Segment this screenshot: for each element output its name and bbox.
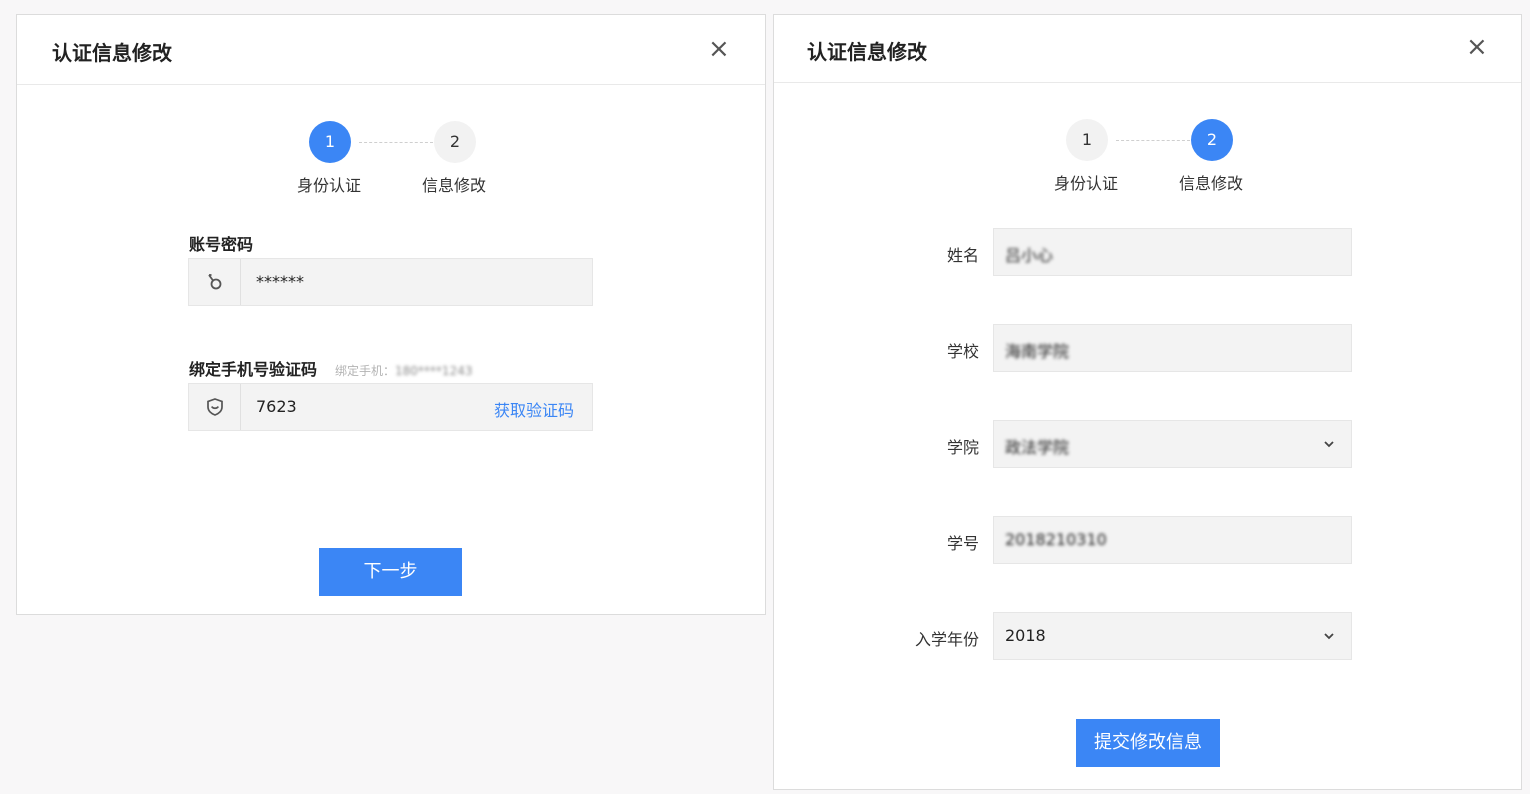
school-field[interactable]: 海南学院 (993, 324, 1352, 372)
password-label: 账号密码 (189, 235, 254, 254)
school-label: 学校 (946, 342, 979, 361)
college-select[interactable]: 政法学院 (993, 420, 1352, 468)
verification-code-input[interactable]: 7623 获取验证码 (188, 383, 593, 431)
enrollment-year-value: 2018 (1005, 626, 1046, 645)
bound-phone-prefix: 绑定手机： (335, 364, 396, 378)
school-value: 海南学院 (1005, 342, 1070, 361)
auth-dialog-step2: 认证信息修改 × 1 2 身份认证 信息修改 姓名 吕小心 学校 海南学院 学院… (773, 14, 1522, 790)
name-field[interactable]: 吕小心 (993, 228, 1352, 276)
step-2-circle: 2 (434, 121, 476, 163)
step-connector (1116, 140, 1190, 141)
name-value: 吕小心 (1005, 246, 1054, 265)
dialog-header: 认证信息修改 × (774, 15, 1521, 83)
close-icon[interactable]: × (1466, 34, 1488, 60)
next-step-button[interactable]: 下一步 (319, 548, 462, 596)
chevron-down-icon (1324, 441, 1334, 448)
password-value: ****** (256, 272, 304, 291)
phone-code-label: 绑定手机号验证码 绑定手机：180****1243 (189, 356, 472, 380)
step-1-label: 身份认证 (297, 176, 362, 195)
college-label: 学院 (946, 438, 979, 457)
step-2-label: 信息修改 (422, 176, 487, 195)
step-1-label: 身份认证 (1054, 174, 1119, 193)
password-input[interactable]: ****** (188, 258, 593, 306)
dialog-title: 认证信息修改 (52, 41, 172, 65)
phone-code-label-text: 绑定手机号验证码 (189, 360, 318, 379)
student-id-field[interactable]: 2018210310 (993, 516, 1352, 564)
step-2-label: 信息修改 (1179, 174, 1244, 193)
dialog-title: 认证信息修改 (807, 40, 927, 64)
auth-dialog-step1: 认证信息修改 × 1 2 身份认证 信息修改 账号密码 ****** 绑定手机号… (16, 14, 766, 615)
enrollment-year-select[interactable]: 2018 (993, 612, 1352, 660)
chevron-down-icon (1324, 633, 1334, 640)
step-2-circle: 2 (1191, 119, 1233, 161)
close-icon[interactable]: × (708, 36, 730, 62)
get-code-link[interactable]: 获取验证码 (494, 397, 574, 421)
bound-phone-number: 180****1243 (395, 364, 473, 378)
student-id-label: 学号 (946, 534, 979, 553)
student-id-value: 2018210310 (1005, 530, 1107, 549)
step-1-circle: 1 (1066, 119, 1108, 161)
shield-icon (189, 384, 241, 430)
college-value: 政法学院 (1005, 438, 1070, 457)
name-label: 姓名 (946, 246, 979, 265)
dialog-header: 认证信息修改 × (17, 15, 765, 85)
bound-phone-hint: 绑定手机：180****1243 (335, 364, 472, 378)
key-icon (189, 259, 241, 305)
submit-changes-button[interactable]: 提交修改信息 (1076, 719, 1220, 767)
step-connector (359, 142, 433, 143)
step-1-circle: 1 (309, 121, 351, 163)
verification-code-value: 7623 (256, 397, 297, 416)
enrollment-year-label: 入学年份 (914, 630, 979, 649)
